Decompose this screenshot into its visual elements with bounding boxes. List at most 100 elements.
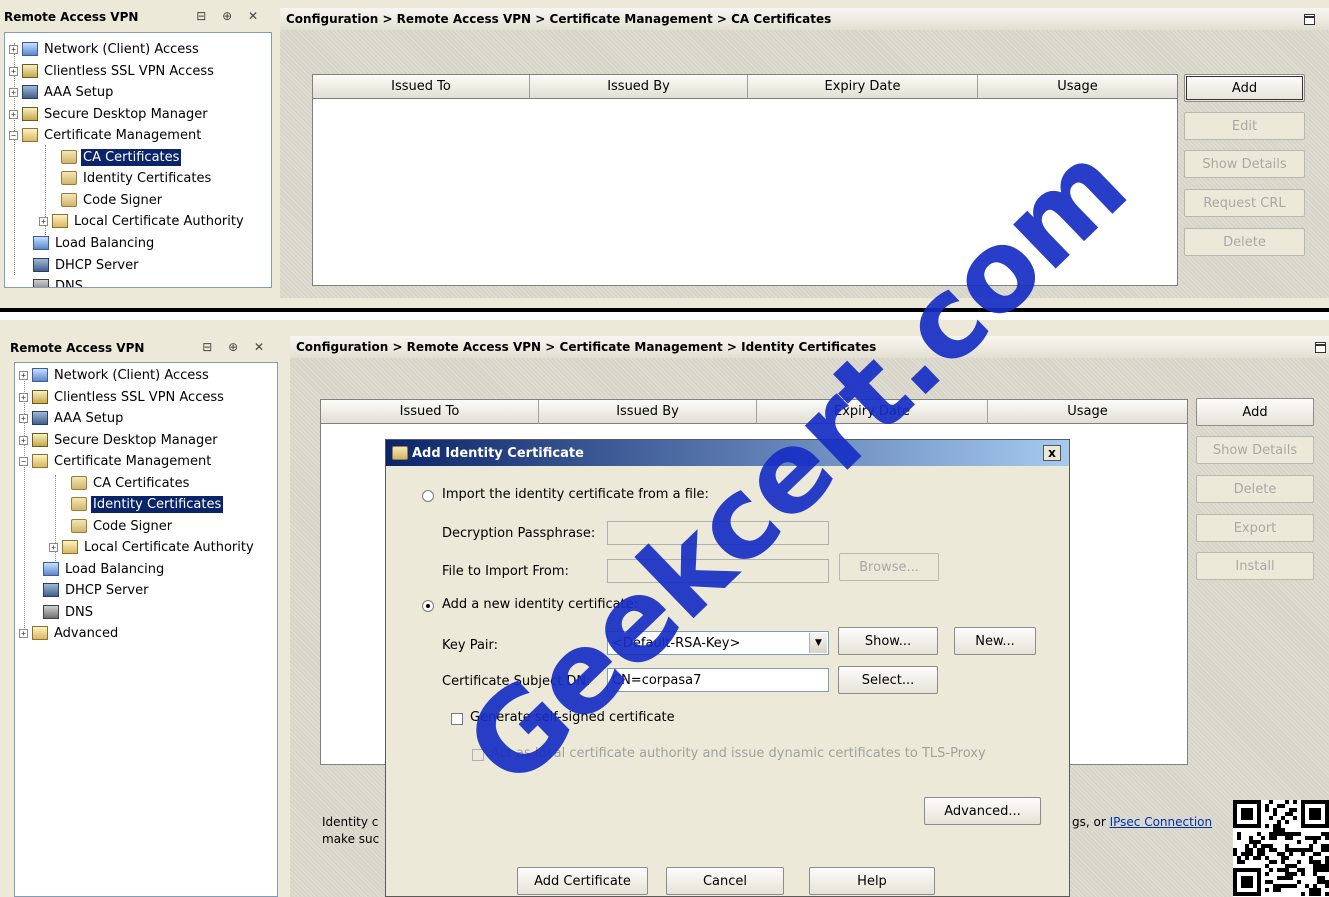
export-button[interactable]: Export <box>1196 514 1314 542</box>
tree-item-dns[interactable]: DNS <box>33 276 85 287</box>
add-new-radio-label[interactable]: Add a new identity certificate: <box>442 597 638 612</box>
column-usage[interactable]: Usage <box>978 75 1177 99</box>
tree-item-local-ca[interactable]: + Local Certificate Authority <box>39 211 246 231</box>
expand-icon[interactable]: + <box>9 44 18 54</box>
column-issued-to[interactable]: Issued To <box>313 75 530 99</box>
tree-item-ca-certificates[interactable]: CA Certificates <box>61 147 182 167</box>
show-details-button[interactable]: Show Details <box>1184 150 1305 178</box>
expand-icon[interactable]: + <box>19 370 28 380</box>
import-radio[interactable] <box>422 490 434 502</box>
network-icon <box>32 368 48 382</box>
ipsec-connection-link[interactable]: IPsec Connection <box>1110 815 1213 829</box>
clientless-icon <box>22 64 38 78</box>
tree-item-ca-certificates[interactable]: CA Certificates <box>71 473 191 493</box>
chevron-down-icon[interactable]: ▼ <box>809 633 827 653</box>
tree-item-load-balancing[interactable]: Load Balancing <box>43 559 166 579</box>
nav-title: Remote Access VPN <box>10 341 145 355</box>
tree-item-aaa-setup[interactable]: + AAA Setup <box>9 82 115 102</box>
tree-item-dhcp-server[interactable]: DHCP Server <box>43 580 150 600</box>
dialog-title-bar[interactable]: Add Identity Certificate x <box>386 440 1069 466</box>
nav-window-controls[interactable]: ⊟ ⊕ ✕ <box>202 340 270 354</box>
collapse-icon[interactable]: − <box>19 456 28 466</box>
help-button[interactable]: Help <box>809 867 935 895</box>
column-issued-by[interactable]: Issued By <box>539 400 757 424</box>
delete-button[interactable]: Delete <box>1184 228 1305 256</box>
certificate-folder-icon <box>22 128 38 142</box>
tree-item-code-signer[interactable]: Code Signer <box>61 190 164 210</box>
tree-item-network-client-access[interactable]: + Network (Client) Access <box>9 39 201 59</box>
tree-item-identity-certificates[interactable]: Identity Certificates <box>71 494 224 514</box>
import-radio-label[interactable]: Import the identity certificate from a f… <box>442 487 709 502</box>
tree-item-network-client-access[interactable]: + Network (Client) Access <box>19 365 211 385</box>
tree-item-clientless-ssl-vpn[interactable]: + Clientless SSL VPN Access <box>19 387 226 407</box>
tree-item-dns[interactable]: DNS <box>43 602 95 622</box>
new-button[interactable]: New... <box>954 627 1036 655</box>
file-field[interactable] <box>607 559 829 583</box>
tree-item-dhcp-server[interactable]: DHCP Server <box>33 255 140 275</box>
add-certificate-button[interactable]: Add Certificate <box>517 867 648 895</box>
dns-icon <box>43 605 59 619</box>
subject-dn-field[interactable]: CN=corpasa7 <box>607 668 829 692</box>
expand-icon[interactable]: + <box>19 435 28 445</box>
add-new-radio[interactable] <box>422 600 434 612</box>
tree-item-advanced[interactable]: + Advanced <box>19 623 120 643</box>
footer-text-line1: Identity c <box>322 815 379 829</box>
expand-icon[interactable]: + <box>9 87 18 97</box>
clientless-icon <box>32 390 48 404</box>
collapse-icon[interactable]: − <box>9 130 18 140</box>
tree-item-clientless-ssl-vpn[interactable]: + Clientless SSL VPN Access <box>9 61 216 81</box>
cancel-button[interactable]: Cancel <box>666 867 784 895</box>
advanced-icon <box>32 626 48 640</box>
close-icon[interactable]: x <box>1043 445 1061 461</box>
request-crl-button[interactable]: Request CRL <box>1184 189 1305 217</box>
passphrase-field[interactable] <box>607 521 829 545</box>
tree-item-identity-certificates[interactable]: Identity Certificates <box>61 168 213 188</box>
expand-icon[interactable]: + <box>19 392 28 402</box>
tree-item-secure-desktop-manager[interactable]: + Secure Desktop Manager <box>19 430 220 450</box>
nav-header: Remote Access VPN ⊟ ⊕ ✕ <box>6 337 278 359</box>
select-button[interactable]: Select... <box>838 666 938 694</box>
tree-item-certificate-management[interactable]: − Certificate Management <box>19 451 213 471</box>
expand-icon[interactable]: + <box>9 66 18 76</box>
maximize-icon[interactable] <box>1304 14 1315 25</box>
column-expiry-date[interactable]: Expiry Date <box>757 400 988 424</box>
tree-item-secure-desktop-manager[interactable]: + Secure Desktop Manager <box>9 104 210 124</box>
tree-item-certificate-management[interactable]: − Certificate Management <box>9 125 203 145</box>
self-signed-checkbox[interactable] <box>451 713 463 725</box>
dhcp-icon <box>43 583 59 597</box>
footer-text-line2: make suc <box>322 832 380 846</box>
footer-text-right-prefix: gs, or <box>1072 815 1110 829</box>
ca-certificates-table[interactable]: Issued To Issued By Expiry Date Usage <box>312 74 1178 286</box>
install-button[interactable]: Install <box>1196 552 1314 580</box>
nav-title: Remote Access VPN <box>4 10 139 24</box>
column-usage[interactable]: Usage <box>988 400 1187 424</box>
delete-button[interactable]: Delete <box>1196 475 1314 503</box>
expand-icon[interactable]: + <box>49 542 58 552</box>
tree-item-local-ca[interactable]: + Local Certificate Authority <box>49 537 256 557</box>
dialog-title: Add Identity Certificate <box>412 445 584 461</box>
nav-window-controls[interactable]: ⊟ ⊕ ✕ <box>196 9 264 23</box>
column-issued-by[interactable]: Issued By <box>530 75 748 99</box>
tree-item-code-signer[interactable]: Code Signer <box>71 516 174 536</box>
subject-dn-label: Certificate Subject DN: <box>442 674 591 689</box>
local-ca-checkbox[interactable] <box>472 749 484 761</box>
add-button[interactable]: Add <box>1196 398 1314 426</box>
passphrase-label: Decryption Passphrase: <box>442 526 596 541</box>
show-button[interactable]: Show... <box>838 627 938 655</box>
add-button[interactable]: Add <box>1184 74 1305 102</box>
tree-item-aaa-setup[interactable]: + AAA Setup <box>19 408 125 428</box>
column-expiry-date[interactable]: Expiry Date <box>748 75 978 99</box>
expand-icon[interactable]: + <box>9 109 18 119</box>
advanced-button[interactable]: Advanced... <box>924 797 1041 825</box>
self-signed-label[interactable]: Generate self-signed certificate <box>470 710 675 725</box>
expand-icon[interactable]: + <box>19 413 28 423</box>
edit-button[interactable]: Edit <box>1184 112 1305 140</box>
expand-icon[interactable]: + <box>19 628 28 638</box>
expand-icon[interactable]: + <box>39 216 48 226</box>
tree-item-load-balancing[interactable]: Load Balancing <box>33 233 156 253</box>
show-details-button[interactable]: Show Details <box>1196 436 1314 464</box>
maximize-icon[interactable] <box>1315 342 1326 353</box>
column-issued-to[interactable]: Issued To <box>321 400 539 424</box>
key-pair-select[interactable]: <Default-RSA-Key> ▼ <box>607 631 829 655</box>
browse-button[interactable]: Browse... <box>839 553 939 581</box>
